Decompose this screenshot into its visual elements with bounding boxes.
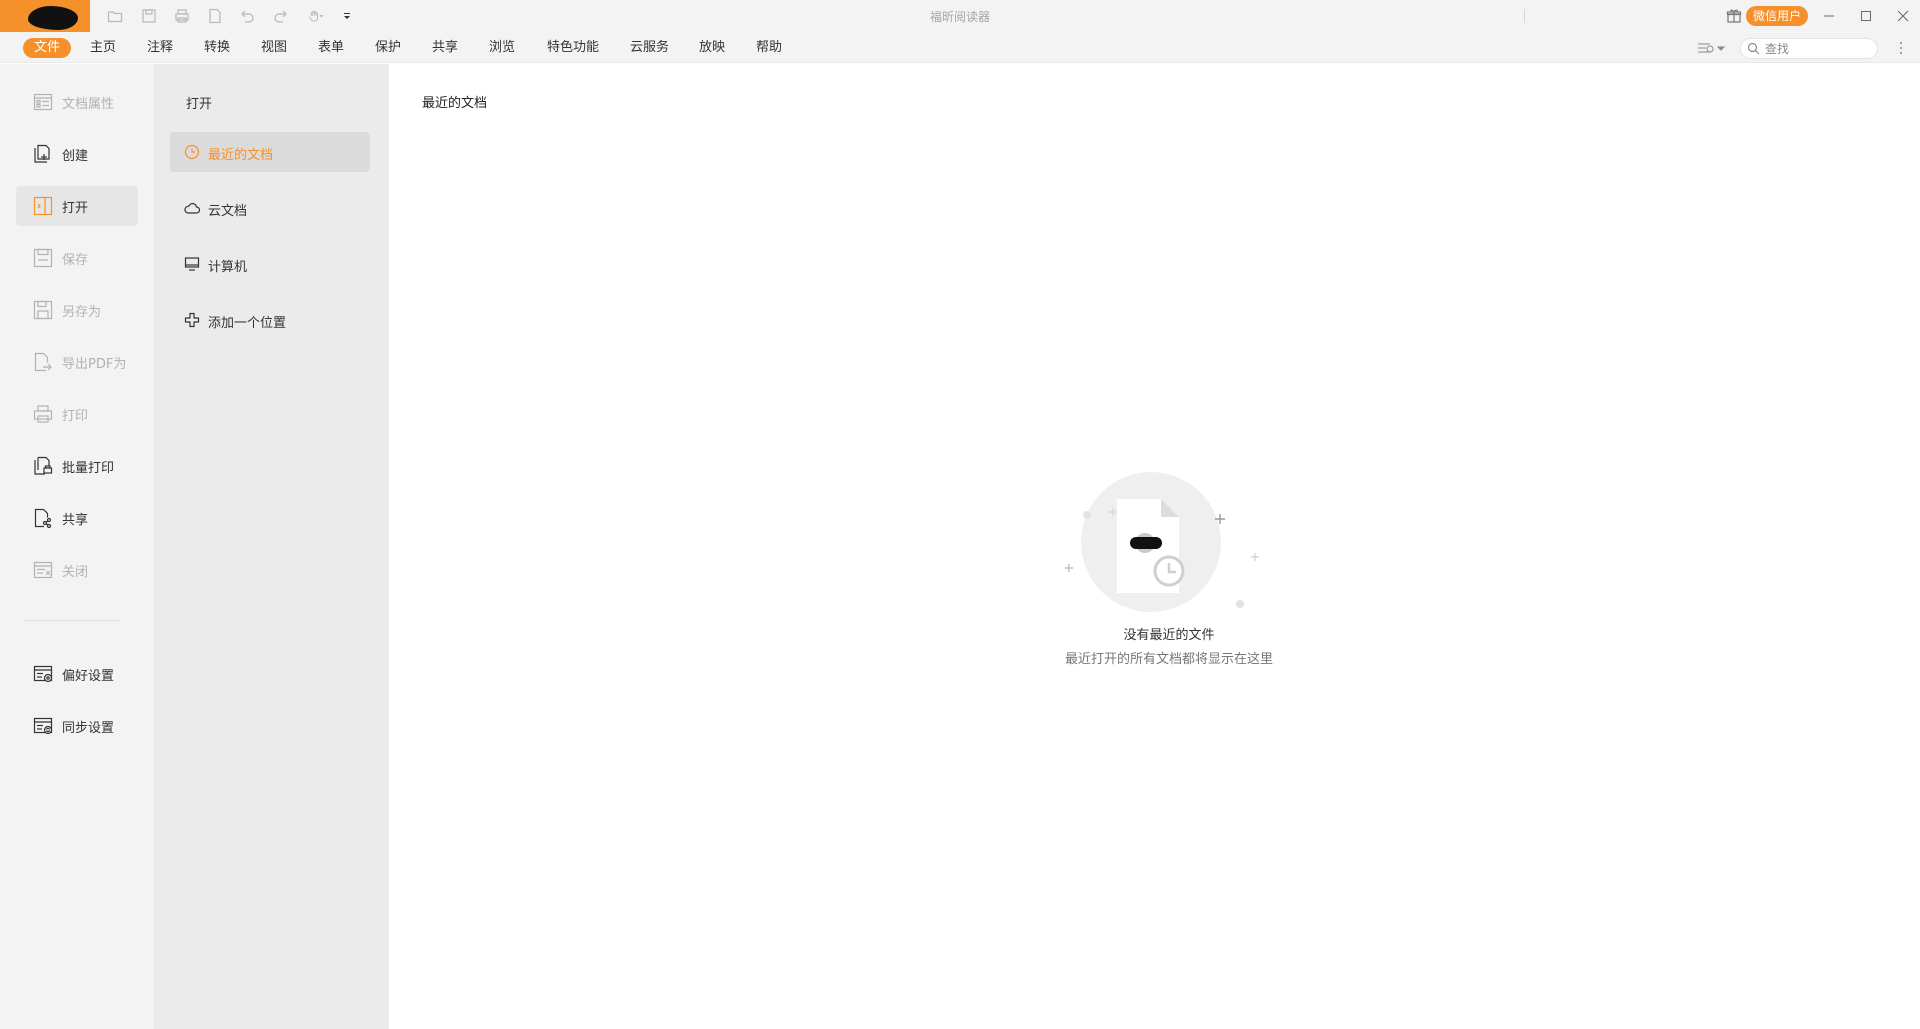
- preferences-icon: [33, 664, 53, 684]
- nav-divider: [24, 620, 120, 621]
- nav-item-label: 共享: [62, 513, 89, 528]
- location-computer[interactable]: 计算机: [170, 244, 370, 284]
- export-pdf-icon: [33, 352, 53, 372]
- print-icon[interactable]: [173, 7, 191, 25]
- batch-print-icon: [33, 456, 53, 476]
- create-icon: [33, 144, 53, 164]
- save-as-icon: [33, 300, 53, 320]
- app-logo[interactable]: [0, 0, 90, 32]
- save-icon: [33, 248, 53, 268]
- ribbon-options-icon[interactable]: [1696, 40, 1726, 56]
- tab-slideshow[interactable]: 放映: [699, 38, 725, 58]
- tab-features[interactable]: 特色功能: [547, 38, 599, 58]
- page-title: 最近的文档: [422, 96, 488, 111]
- monitor-icon: [184, 256, 200, 272]
- location-add-place[interactable]: 添加一个位置: [170, 300, 370, 340]
- nav-item-save[interactable]: 保存: [16, 238, 138, 278]
- clock-icon: [184, 144, 200, 160]
- open-folder-icon[interactable]: [106, 7, 124, 25]
- search-input[interactable]: [1765, 40, 1871, 57]
- minimize-icon[interactable]: [1819, 6, 1839, 26]
- nav-item-label: 打印: [62, 409, 89, 424]
- tab-convert[interactable]: 转换: [204, 38, 230, 58]
- nav-item-save-as[interactable]: 另存为: [16, 290, 138, 330]
- new-doc-icon[interactable]: [206, 7, 224, 25]
- hand-tool-icon[interactable]: [304, 7, 328, 25]
- tab-browse[interactable]: 浏览: [489, 38, 515, 58]
- empty-state-title: 没有最近的文件: [1123, 628, 1215, 643]
- more-options-icon[interactable]: [1898, 41, 1904, 55]
- empty-state-subtitle: 最近打开的所有文档都将显示在这里: [1064, 652, 1273, 667]
- nav-item-sync-settings[interactable]: 同步设置: [16, 706, 138, 746]
- logo-redaction: [28, 6, 78, 30]
- nav-item-label: 创建: [62, 149, 89, 164]
- maximize-icon[interactable]: [1856, 6, 1876, 26]
- tab-help[interactable]: 帮助: [756, 38, 782, 58]
- title-bar: 福昕阅读器 微信用户: [0, 0, 1920, 32]
- nav-item-batch-print[interactable]: 批量打印: [16, 446, 138, 486]
- panel-heading: 打开: [186, 97, 213, 112]
- tab-cloud-service[interactable]: 云服务: [630, 38, 669, 58]
- nav-item-label: 导出PDF为: [62, 357, 127, 372]
- undo-icon[interactable]: [238, 7, 256, 25]
- open-icon: [33, 196, 53, 216]
- nav-item-print[interactable]: 打印: [16, 394, 138, 434]
- recent-documents-view: 最近的文档 没有最近的文件 最近打开的所有文档都将显示在这里: [389, 64, 1920, 1029]
- location-label: 计算机: [208, 260, 248, 275]
- nav-item-label: 关闭: [62, 565, 89, 580]
- location-label: 最近的文档: [208, 148, 274, 163]
- sync-settings-icon: [33, 716, 53, 736]
- location-label: 添加一个位置: [208, 316, 287, 331]
- menu-bar: 文件 主页 注释 转换 视图 表单 保护 共享 浏览 特色功能 云服务 放映 帮…: [0, 32, 1920, 63]
- redo-icon[interactable]: [272, 7, 290, 25]
- open-locations-panel: 打开 最近的文档 云文档 计算机 添加一个位置: [154, 64, 389, 1029]
- nav-item-label: 同步设置: [62, 721, 115, 736]
- location-recent-documents[interactable]: 最近的文档: [170, 132, 370, 172]
- search-icon: [1747, 42, 1760, 55]
- tab-home[interactable]: 主页: [90, 38, 116, 58]
- tab-view[interactable]: 视图: [261, 38, 287, 58]
- tab-file[interactable]: 文件: [23, 38, 72, 58]
- tab-share[interactable]: 共享: [432, 38, 458, 58]
- nav-item-label: 打开: [62, 201, 89, 216]
- user-account-button[interactable]: 微信用户: [1746, 6, 1809, 26]
- nav-item-create[interactable]: 创建: [16, 134, 138, 174]
- titlebar-separator: [1524, 9, 1525, 23]
- nav-item-preferences[interactable]: 偏好设置: [16, 654, 138, 694]
- print-icon: [33, 404, 53, 424]
- nav-item-share[interactable]: 共享: [16, 498, 138, 538]
- gift-icon[interactable]: [1726, 8, 1742, 24]
- tab-form[interactable]: 表单: [318, 38, 344, 58]
- nav-item-open[interactable]: 打开: [16, 186, 138, 226]
- nav-item-close[interactable]: 关闭: [16, 550, 138, 590]
- location-label: 云文档: [208, 204, 248, 219]
- nav-item-label: 另存为: [62, 305, 102, 320]
- search-field[interactable]: [1740, 38, 1878, 59]
- close-icon[interactable]: [1893, 6, 1913, 26]
- empty-state-illustration: [1065, 472, 1259, 612]
- close-doc-icon: [33, 560, 53, 580]
- cloud-icon: [184, 200, 201, 216]
- save-icon[interactable]: [140, 7, 158, 25]
- share-icon: [33, 508, 53, 529]
- tab-protect[interactable]: 保护: [375, 38, 401, 58]
- doc-properties-icon: [33, 92, 53, 112]
- file-menu-nav: 文档属性 创建 打开 保存 另存为 导出PDF为 打印 批量打印 共享 关闭 偏…: [0, 64, 154, 1029]
- location-cloud-documents[interactable]: 云文档: [170, 188, 370, 228]
- nav-item-label: 偏好设置: [62, 669, 115, 684]
- plus-icon: [184, 312, 200, 328]
- nav-item-export-pdf[interactable]: 导出PDF为: [16, 342, 138, 382]
- customize-dropdown-icon[interactable]: [340, 7, 354, 25]
- nav-item-label: 文档属性: [62, 97, 115, 112]
- tab-comment[interactable]: 注释: [147, 38, 173, 58]
- nav-item-doc-properties[interactable]: 文档属性: [16, 82, 138, 122]
- nav-item-label: 保存: [62, 253, 89, 268]
- nav-item-label: 批量打印: [62, 461, 115, 476]
